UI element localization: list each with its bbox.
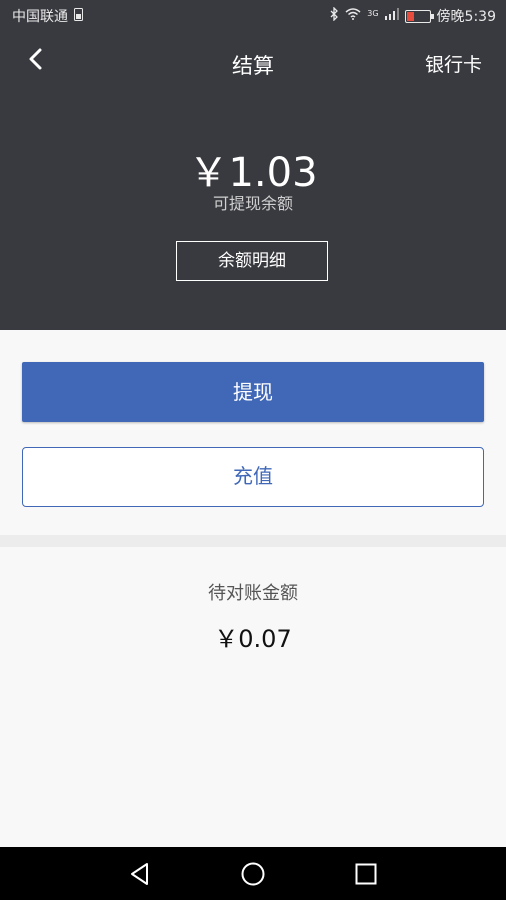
status-time: 傍晚5:39: [436, 9, 496, 25]
nav-recents-button[interactable]: [353, 861, 379, 887]
balance-header: 结算 银行卡 ￥1.03 可提现余额 余额明细: [0, 30, 506, 330]
bluetooth-icon: [329, 6, 339, 25]
triangle-back-icon: [131, 863, 148, 885]
actions-section: 提现 充值: [0, 330, 506, 535]
pending-section: 待对账金额 ￥0.07: [0, 547, 506, 847]
pending-label: 待对账金额: [208, 583, 298, 604]
system-nav-bar: [0, 847, 506, 900]
circle-home-icon: [241, 862, 265, 886]
nav-back-button[interactable]: [127, 861, 153, 887]
sim-icon: [74, 7, 83, 25]
battery-icon: [404, 9, 434, 23]
balance-detail-button[interactable]: 余额明细: [176, 241, 328, 281]
status-bar: 中国联通 3G 傍晚5:39: [0, 0, 506, 30]
signal-icon: [384, 8, 399, 24]
carrier-label: 中国联通: [12, 9, 68, 25]
wifi-icon: [345, 8, 361, 24]
pending-amount: ￥0.07: [214, 625, 292, 653]
square-recents-icon: [355, 863, 377, 885]
withdraw-button[interactable]: 提现: [22, 362, 484, 422]
network-type-label: 3G: [367, 8, 379, 18]
bank-card-link[interactable]: 银行卡: [425, 50, 482, 77]
section-divider: [0, 535, 506, 547]
balance-label: 可提现余额: [212, 194, 293, 213]
nav-home-button[interactable]: [240, 861, 266, 887]
recharge-button[interactable]: 充值: [22, 447, 484, 507]
